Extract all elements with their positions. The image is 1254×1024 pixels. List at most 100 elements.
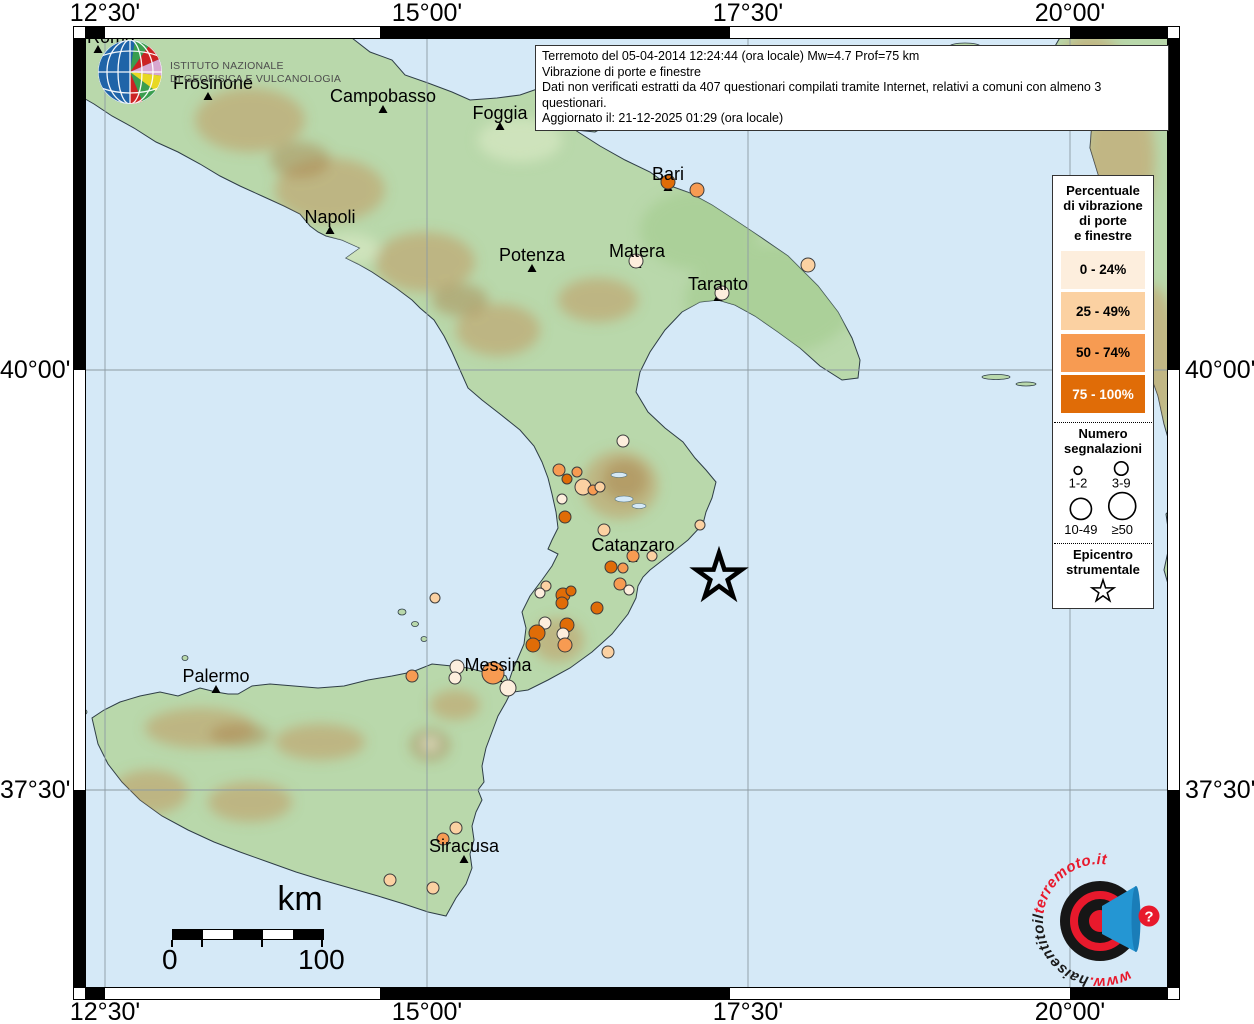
count-circle <box>1115 461 1128 474</box>
scalebar-max: 100 <box>298 944 345 976</box>
axis-label-bottom: 12°30' <box>65 998 145 1024</box>
scalebar-segment <box>173 930 203 939</box>
count-label: ≥50 <box>1111 521 1133 536</box>
scalebar-bar <box>172 929 324 940</box>
city-label-napoli: Napoli <box>304 207 355 227</box>
axis-label-bottom: 17°30' <box>708 998 788 1024</box>
report-dot <box>526 638 540 652</box>
frame-band-segment <box>1168 38 1179 370</box>
frame-band-segment <box>105 988 380 999</box>
legend-title-line: Percentuale <box>1063 183 1142 198</box>
report-dot <box>801 258 815 272</box>
report-dot <box>449 672 461 684</box>
report-dot <box>566 586 576 596</box>
legend-epicenter-title: Epicentro strumentale <box>1066 547 1140 577</box>
report-dot <box>618 563 628 573</box>
island <box>398 609 406 615</box>
city-label-catanzaro: Catanzaro <box>591 535 674 555</box>
axis-label-bottom: 20°00' <box>1030 998 1110 1024</box>
ingv-line2: DI GEOFISICA E VULCANOLOGIA <box>170 73 341 86</box>
island <box>1016 382 1036 386</box>
scalebar-segment <box>263 930 293 939</box>
report-dot <box>602 646 614 658</box>
report-dot <box>605 561 617 573</box>
legend-swatch: 25 - 49% <box>1061 292 1145 330</box>
frame-band-segment <box>1168 370 1179 790</box>
city-label-foggia: Foggia <box>472 103 528 123</box>
report-dot <box>591 602 603 614</box>
scalebar-segment <box>203 930 233 939</box>
count-label: 10-49 <box>1064 521 1097 536</box>
frame-band-segment <box>85 27 105 38</box>
hsit-watermark-logo: ? www.haisentitoilterremoto.it <box>1028 848 1178 998</box>
event-effect: Vibrazione di porte e finestre <box>542 65 1162 81</box>
legend-title: Percentuale di vibrazione di porte e fin… <box>1063 183 1142 243</box>
city-label-palermo: Palermo <box>182 666 249 686</box>
frame-band-segment <box>105 27 380 38</box>
count-circle <box>1109 492 1136 519</box>
city-label-campobasso: Campobasso <box>330 86 436 106</box>
event-disclaimer: Dati non verificati estratti da 407 ques… <box>542 80 1162 111</box>
legend-count-symbols: 1-23-910-49≥50 <box>1056 456 1150 539</box>
legend-counts-title-line: segnalazioni <box>1064 441 1142 456</box>
count-label: 3-9 <box>1112 475 1131 490</box>
island <box>412 622 419 627</box>
count-circle <box>1074 466 1082 474</box>
axis-label-right: 37°30' <box>1185 776 1254 805</box>
report-dot <box>450 822 462 834</box>
report-dot <box>572 467 582 477</box>
ingv-wordmark: ISTITUTO NAZIONALE DI GEOFISICA E VULCAN… <box>170 60 341 86</box>
legend-star-symbol <box>1092 580 1114 601</box>
report-dot <box>559 511 571 523</box>
axis-label-top: 17°30' <box>708 0 788 28</box>
event-updated: Aggiornato il: 21-12-2025 01:29 (ora loc… <box>542 111 1162 127</box>
city-label-messina: Messina <box>464 655 532 675</box>
legend-epicenter-title-line: strumentale <box>1066 562 1140 577</box>
report-dot <box>690 183 704 197</box>
report-dot <box>617 435 629 447</box>
frame-band-segment <box>74 27 85 38</box>
report-dot <box>624 585 634 595</box>
ingv-line1: ISTITUTO NAZIONALE <box>170 60 341 73</box>
axis-label-left: 40°00' <box>0 356 68 385</box>
report-dot <box>430 593 440 603</box>
frame-band-segment <box>730 27 1070 38</box>
legend-color-classes: 0 - 24%25 - 49%50 - 74%75 - 100% <box>1061 247 1145 417</box>
report-dot <box>695 520 705 530</box>
legend-divider <box>1054 422 1152 423</box>
question-mark: ? <box>1144 909 1153 926</box>
scalebar-tick <box>261 940 263 947</box>
axis-label-left: 37°30' <box>0 776 68 805</box>
legend-epicenter-title-line: Epicentro <box>1066 547 1140 562</box>
frame-band-segment <box>74 790 85 988</box>
legend-swatch: 75 - 100% <box>1061 375 1145 413</box>
legend-swatch: 0 - 24% <box>1061 251 1145 289</box>
legend: Percentuale di vibrazione di porte e fin… <box>1052 175 1154 609</box>
city-label-taranto: Taranto <box>688 274 748 294</box>
report-dot <box>553 464 565 476</box>
frame-band-segment <box>380 27 730 38</box>
legend-counts-title-line: Numero <box>1064 426 1142 441</box>
scalebar-title: km <box>210 880 390 919</box>
frame-band-segment <box>74 38 85 370</box>
map-canvas: RomaFrosinoneCampobassoFoggiaNapoliBariP… <box>74 27 1179 999</box>
frame-band-segment <box>1168 27 1179 38</box>
report-dot <box>406 670 418 682</box>
city-label-bari: Bari <box>652 164 684 184</box>
axis-label-top: 12°30' <box>65 0 145 28</box>
legend-title-line: e finestre <box>1063 228 1142 243</box>
scalebar-segment <box>293 930 323 939</box>
watermark-www: www. <box>1087 967 1134 991</box>
scalebar-segment <box>233 930 263 939</box>
legend-divider <box>1054 543 1152 544</box>
city-label-potenza: Potenza <box>499 245 566 265</box>
scalebar-min: 0 <box>162 944 178 976</box>
island <box>182 656 188 661</box>
frame-band-segment <box>74 370 85 790</box>
axis-label-right: 40°00' <box>1185 356 1254 385</box>
axis-label-top: 20°00' <box>1030 0 1110 28</box>
event-title: Terremoto del 05-04-2014 12:24:44 (ora l… <box>542 49 1162 65</box>
legend-epicenter-star-icon <box>1056 577 1150 608</box>
axis-label-bottom: 15°00' <box>387 998 467 1024</box>
report-dot <box>558 638 572 652</box>
